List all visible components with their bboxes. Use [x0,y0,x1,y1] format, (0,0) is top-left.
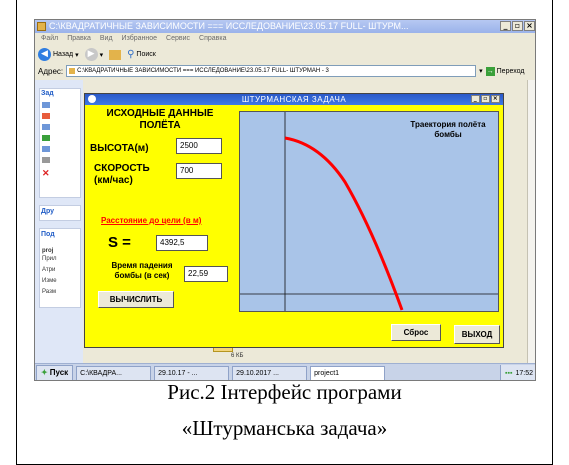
plot-label: Траектория полёта бомбы [410,120,486,139]
maximize-button[interactable]: ▫ [512,21,523,31]
menu-edit[interactable]: Правка [67,33,91,45]
minimize-button[interactable]: _ [500,21,511,31]
taskbar: ✦ Пуск C:\КВАДРА... 29.10.17 - ... 29.10… [35,363,535,380]
forward-button[interactable]: ▶ ▾ [84,48,104,61]
search-label: Поиск [136,51,156,58]
system-tray: ▪▪▪ 17:52 [500,365,535,380]
s-label: S = [108,234,131,251]
height-input[interactable]: 2500 [176,138,222,154]
back-arrow-icon: ◀ [38,48,51,61]
folder-icon [37,22,46,31]
app-maximize-button[interactable]: ▫ [481,95,490,103]
address-label: Адрес: [38,66,64,76]
task-icon[interactable] [42,124,50,130]
speed-input[interactable]: 700 [176,163,222,179]
file-size: 6 КБ [231,353,244,359]
search-icon: ⚲ [127,49,135,60]
explorer-title-bar: C:\КВАДРАТИЧНЫЕ ЗАВИСИМОСТИ === ИССЛЕДОВ… [35,20,535,33]
search-button[interactable]: ⚲ Поиск [127,49,156,60]
height-label: ВЫСОТА(м) [90,143,149,154]
delete-icon[interactable]: ✕ [42,169,50,178]
detail-size: Разм [42,289,56,295]
navigator-app-window: ШТУРМАНСКАЯ ЗАДАЧА _ ▫ × ИСХОДНЫЕ ДАННЫЕ… [84,93,504,348]
start-button[interactable]: ✦ Пуск [36,365,74,380]
menu-file[interactable]: Файл [41,33,58,45]
reset-button[interactable]: Сброс [391,324,441,341]
menu-tools[interactable]: Сервис [166,33,190,45]
detail-type: Прил [42,256,57,262]
task-icon[interactable] [42,146,50,152]
taskbar-item-project1[interactable]: project1 [310,365,386,380]
figure-caption-line-1: Рис.2 Інтерфейс програми [167,380,402,404]
section-title: ИСХОДНЫЕ ДАННЫЕ ПОЛЁТА [106,108,214,131]
app-icon [88,95,96,103]
task-pane-heading-2[interactable]: Дру [41,208,54,215]
taskbar-item-doc2[interactable]: 29.10.2017 ... [232,365,308,380]
task-icon[interactable] [42,113,50,119]
app-minimize-button[interactable]: _ [471,95,480,103]
task-icon[interactable] [42,102,50,108]
go-arrow-icon: → [485,66,495,76]
app-close-button[interactable]: × [491,95,500,103]
back-button[interactable]: ◀ Назад ▾ [38,48,79,61]
tray-icons[interactable]: ▪▪▪ [505,370,512,377]
task-pane: Зад ✕ Дру Под proj Прил Атри Изме Разм [35,80,83,365]
distance-label: Расстояние до цели (в м) [101,216,202,225]
app-title-bar: ШТУРМАНСКАЯ ЗАДАЧА _ ▫ × [85,94,503,105]
clock: 17:52 [515,369,533,377]
menu-favorites[interactable]: Избранное [122,33,157,45]
menu-bar: Файл Правка Вид Избранное Сервис Справка [35,33,535,45]
address-input[interactable]: C:\КВАДРАТИЧНЫЕ ЗАВИСИМОСТИ === ИССЛЕДОВ… [66,65,477,77]
time-label: Время падения бомбы (в сек) [111,261,173,280]
task-pane-heading-1[interactable]: Зад [41,90,54,97]
start-label: Пуск [49,368,69,377]
address-dropdown-icon[interactable]: ▾ [479,67,483,75]
compute-button[interactable]: ВЫЧИСЛИТЬ [98,291,174,308]
go-button[interactable]: → Переход [485,66,525,76]
time-output[interactable]: 22,59 [184,266,228,282]
chevron-down-icon: ▾ [99,51,104,59]
back-label: Назад [53,51,74,58]
trajectory-plot: Траектория полёта бомбы [239,111,499,312]
up-folder-icon [109,49,122,60]
go-label: Переход [496,67,525,75]
task-icon[interactable] [42,135,50,141]
up-folder-button[interactable] [109,49,122,60]
detail-modified: Изме [42,278,57,284]
taskbar-item-doc1[interactable]: 29.10.17 - ... [154,365,230,380]
exit-button[interactable]: ВЫХОД [454,325,500,344]
task-pane-heading-3[interactable]: Под [41,231,55,238]
menu-view[interactable]: Вид [100,33,113,45]
explorer-title: C:\КВАДРАТИЧНЫЕ ЗАВИСИМОСТИ === ИССЛЕДОВ… [49,21,409,31]
vertical-scrollbar[interactable] [527,80,535,365]
distance-output[interactable]: 4392,5 [156,235,208,251]
trajectory-svg [240,112,498,311]
detail-name: proj [42,248,54,254]
trajectory-curve [284,136,404,311]
figure-caption-line-2: «Штурманська задача» [181,416,388,440]
forward-arrow-icon: ▶ [84,48,98,61]
toolbar: ◀ Назад ▾ ▶ ▾ ⚲ Поиск [35,45,535,64]
speed-label: СКОРОСТЬ (км/час) [94,163,150,186]
windows-logo-icon: ✦ [41,368,48,377]
chevron-down-icon: ▾ [75,51,79,59]
detail-attributes: Атри [42,267,56,273]
task-icon[interactable] [42,157,50,163]
address-bar: Адрес: C:\КВАДРАТИЧНЫЕ ЗАВИСИМОСТИ === И… [35,64,535,78]
close-button[interactable]: × [524,21,535,31]
taskbar-item-explorer[interactable]: C:\КВАДРА... [76,365,152,380]
app-title: ШТУРМАНСКАЯ ЗАДАЧА [241,95,347,104]
menu-help[interactable]: Справка [199,33,226,45]
screenshot: C:\КВАДРАТИЧНЫЕ ЗАВИСИМОСТИ === ИССЛЕДОВ… [34,19,536,381]
